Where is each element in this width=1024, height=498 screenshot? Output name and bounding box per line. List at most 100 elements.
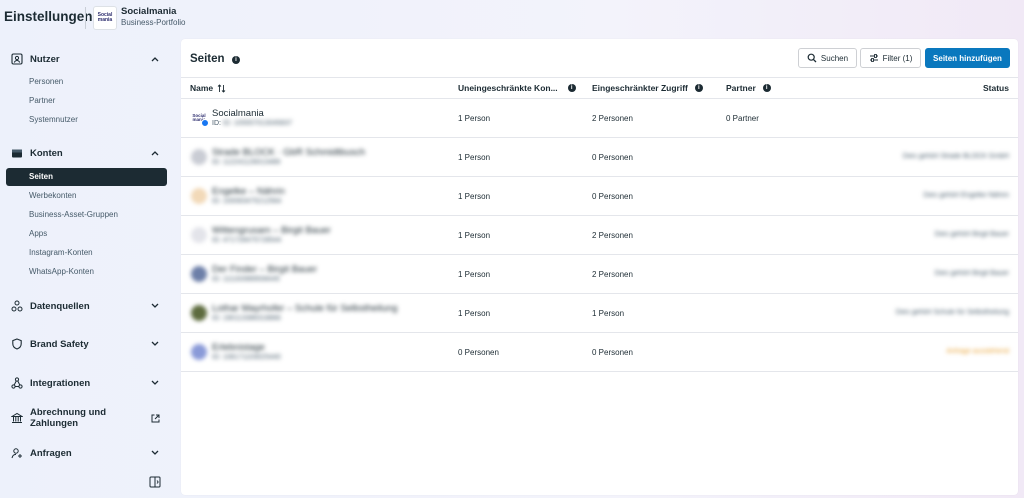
page-name[interactable]: Strade BLOCK · GbR Schmidtbusch	[212, 147, 365, 158]
status-text: Dies gehört Schule für Selbstheilung	[895, 309, 1009, 316]
restricted-count: 2 Personen	[592, 270, 633, 279]
search-icon	[807, 53, 817, 63]
sort-icon[interactable]	[217, 83, 226, 93]
sidebar-section-integrationen[interactable]: Integrationen	[10, 374, 160, 392]
restricted-count: 0 Personen	[592, 153, 633, 162]
business-name[interactable]: Socialmania	[121, 6, 176, 17]
page-avatar	[191, 344, 207, 360]
column-header-label: Partner	[726, 83, 756, 93]
page-id: ID: 471728475728544	[212, 237, 282, 244]
facebook-icon	[201, 119, 209, 127]
top-bar: Einstellungen Social mania Socialmania B…	[0, 0, 1024, 36]
user-add-icon	[10, 446, 24, 460]
restricted-count: 2 Personen	[592, 231, 633, 240]
column-header-unrestricted[interactable]: Uneingeschränkte Kon... i	[458, 83, 576, 93]
restricted-count: 0 Personen	[592, 348, 633, 357]
table-row[interactable]: Lothar Mayrhofer – Schule für Selbstheil…	[181, 294, 1018, 333]
page-name[interactable]: Der Finder – Birgit Bauer	[212, 264, 317, 275]
restricted-count: 0 Personen	[592, 192, 633, 201]
table-row[interactable]: Social mania Socialmania ID: ID: 1055570…	[181, 99, 1018, 138]
briefcase-icon	[10, 146, 24, 160]
sidebar-section-datenquellen[interactable]: Datenquellen	[10, 297, 160, 315]
filter-button[interactable]: Filter (1)	[860, 48, 921, 68]
sidebar-item-werbekonten[interactable]: Werbekonten	[29, 189, 76, 203]
page-name[interactable]: Engelke – Nährin	[212, 186, 285, 197]
table-row[interactable]: Der Finder – Birgit Bauer ID: 1111639895…	[181, 255, 1018, 294]
search-button[interactable]: Suchen	[798, 48, 857, 68]
table-row[interactable]: Erlebnistage ID: 108171103025440 0 Perso…	[181, 333, 1018, 372]
unrestricted-count: 1 Person	[458, 192, 491, 201]
page-id: ID: 100063475212564	[212, 198, 282, 205]
external-link-icon[interactable]	[150, 413, 160, 423]
chevron-down-icon[interactable]	[150, 378, 160, 388]
status-text: Dies gehört Birgit Bauer	[934, 270, 1009, 277]
unrestricted-count: 1 Person	[458, 231, 491, 240]
app-title: Einstellungen	[4, 9, 93, 24]
page-name[interactable]: Erlebnistage	[212, 342, 265, 353]
page-id: ID: ID: 105557013045837	[212, 120, 293, 127]
sidebar-section-abrechnung[interactable]: Abrechnung und Zahlungen	[10, 407, 160, 429]
sidebar-item-partner[interactable]: Partner	[29, 94, 55, 108]
bank-icon	[10, 411, 24, 425]
sidebar-item-whatsapp-konten[interactable]: WhatsApp-Konten	[29, 265, 94, 279]
sidebar-section-anfragen[interactable]: Anfragen	[10, 444, 160, 462]
page-id: ID: 190113386318866	[212, 315, 281, 322]
sidebar-item-personen[interactable]: Personen	[29, 75, 63, 89]
page-name[interactable]: Socialmania	[212, 108, 264, 119]
column-header-label: Name	[190, 83, 214, 93]
sidebar-item-business-asset-gruppen[interactable]: Business-Asset-Gruppen	[29, 208, 118, 222]
page-avatar	[191, 305, 207, 321]
chevron-up-icon[interactable]	[150, 54, 160, 64]
sidebar-collapse-icon[interactable]	[149, 475, 161, 488]
shield-icon	[10, 337, 24, 351]
chevron-down-icon[interactable]	[150, 448, 160, 458]
page-id: ID: 108171103025440	[212, 354, 281, 361]
sidebar-section-label: Konten	[30, 147, 63, 159]
page-id-number: ID: 105557013045837	[222, 120, 293, 127]
status-text: Dies gehört Birgit Bauer	[934, 231, 1009, 238]
integrations-icon	[10, 376, 24, 390]
table-row[interactable]: Strade BLOCK · GbR Schmidtbusch ID: 1122…	[181, 138, 1018, 177]
data-sources-icon	[10, 299, 24, 313]
table-row[interactable]: Engelke – Nährin ID: 100063475212564 1 P…	[181, 177, 1018, 216]
sidebar-item-apps[interactable]: Apps	[29, 227, 47, 241]
filter-button-label: Filter (1)	[882, 53, 913, 63]
sidebar-section-konten[interactable]: Konten	[10, 144, 160, 162]
add-pages-button[interactable]: Seiten hinzufügen	[925, 48, 1010, 68]
info-icon[interactable]: i	[694, 84, 703, 92]
column-header-partner[interactable]: Partner i	[726, 83, 771, 93]
info-icon[interactable]: i	[762, 84, 771, 92]
sidebar-item-seiten[interactable]: Seiten	[6, 168, 167, 186]
unrestricted-count: 1 Person	[458, 270, 491, 279]
header-divider	[85, 7, 86, 29]
sidebar-section-nutzer[interactable]: Nutzer	[10, 50, 160, 68]
column-header-label: Eingeschränkter Zugriff	[592, 83, 688, 93]
unrestricted-count: 1 Person	[458, 153, 491, 162]
info-icon[interactable]: i	[232, 56, 240, 64]
sidebar-section-label: Brand Safety	[30, 338, 89, 350]
filter-sliders-icon	[869, 54, 878, 62]
column-header-status[interactable]: Status	[983, 83, 1009, 93]
info-icon[interactable]: i	[567, 84, 576, 92]
column-header-restricted[interactable]: Eingeschränkter Zugriff i	[592, 83, 703, 93]
page-title: Seiten	[190, 53, 225, 65]
business-logo-text: Social mania	[97, 12, 113, 23]
page-name[interactable]: Wittengrusam – Birgit Bauer	[212, 225, 331, 236]
business-logo[interactable]: Social mania	[93, 6, 117, 30]
sidebar-section-brand-safety[interactable]: Brand Safety	[10, 335, 160, 353]
page-avatar	[191, 266, 207, 282]
chevron-up-icon[interactable]	[150, 148, 160, 158]
sidebar-item-systemnutzer[interactable]: Systemnutzer	[29, 113, 78, 127]
sidebar-item-instagram-konten[interactable]: Instagram-Konten	[29, 246, 93, 260]
partner-count: 0 Partner	[726, 114, 759, 123]
chevron-down-icon[interactable]	[150, 301, 160, 311]
sidebar-section-label: Anfragen	[30, 447, 72, 459]
chevron-down-icon[interactable]	[150, 339, 160, 349]
sidebar-section-label: Integrationen	[30, 377, 91, 389]
column-header-label: Uneingeschränkte Kon...	[458, 83, 558, 93]
restricted-count: 1 Person	[592, 309, 625, 318]
unrestricted-count: 0 Personen	[458, 348, 499, 357]
column-header-name[interactable]: Name	[190, 83, 226, 93]
page-name[interactable]: Lothar Mayrhofer – Schule für Selbstheil…	[212, 303, 397, 314]
table-row[interactable]: Wittengrusam – Birgit Bauer ID: 47172847…	[181, 216, 1018, 255]
